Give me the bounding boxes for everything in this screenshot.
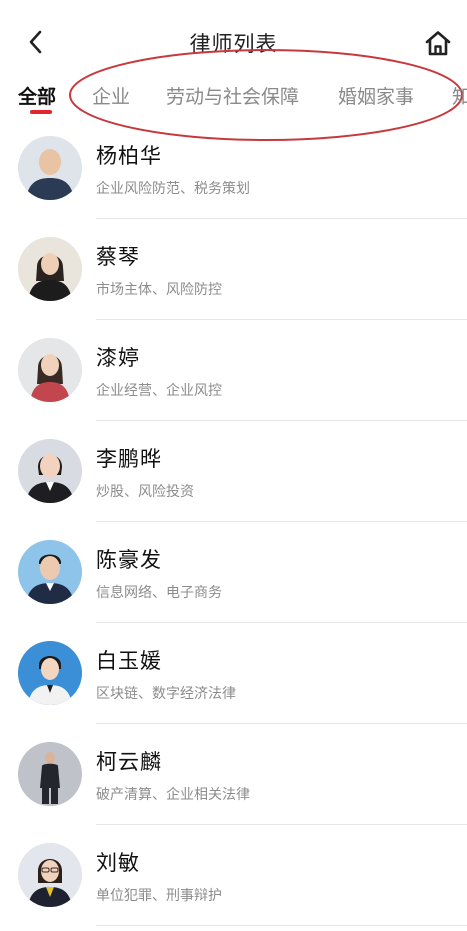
tab-enterprise[interactable]: 企业 — [92, 82, 130, 109]
lawyer-name: 陈豪发 — [96, 548, 162, 572]
divider — [96, 925, 467, 926]
lawyer-name: 李鹏晔 — [96, 447, 162, 471]
avatar — [18, 540, 82, 604]
lawyer-name: 白玉媛 — [96, 649, 162, 673]
home-button[interactable] — [422, 28, 454, 58]
avatar — [18, 742, 82, 806]
lawyer-name: 杨柏华 — [96, 144, 162, 168]
list-item[interactable]: 刘敏 单位犯罪、刑事辩护 — [0, 825, 467, 926]
tab-all[interactable]: 全部 — [18, 82, 56, 109]
lawyer-specialties: 区块链、数字经济法律 — [96, 686, 236, 702]
list-item[interactable]: 李鹏晔 炒股、风险投资 — [0, 421, 467, 522]
list-item[interactable]: 杨柏华 企业风险防范、税务策划 — [0, 118, 467, 219]
avatar — [18, 641, 82, 705]
avatar — [18, 338, 82, 402]
avatar — [18, 843, 82, 907]
lawyer-name: 刘敏 — [96, 851, 140, 875]
lawyer-specialties: 市场主体、风险防控 — [96, 282, 222, 298]
category-tabs: 全部 企业 劳动与社会保障 婚姻家事 知 — [0, 80, 467, 120]
list-item[interactable]: 蔡琴 市场主体、风险防控 — [0, 219, 467, 320]
home-icon — [425, 31, 451, 56]
lawyer-specialties: 企业经营、企业风控 — [96, 383, 222, 399]
header-bar: 律师列表 — [0, 0, 467, 80]
lawyer-specialties: 信息网络、电子商务 — [96, 585, 222, 601]
avatar — [18, 237, 82, 301]
list-item[interactable]: 漆婷 企业经营、企业风控 — [0, 320, 467, 421]
tab-labor-social-security[interactable]: 劳动与社会保障 — [166, 82, 299, 109]
lawyer-name: 蔡琴 — [96, 245, 140, 269]
lawyer-name: 柯云麟 — [96, 750, 162, 774]
lawyer-name: 漆婷 — [96, 346, 140, 370]
active-tab-indicator — [30, 110, 52, 114]
lawyer-specialties: 企业风险防范、税务策划 — [96, 181, 250, 197]
list-item[interactable]: 陈豪发 信息网络、电子商务 — [0, 522, 467, 623]
lawyer-specialties: 炒股、风险投资 — [96, 484, 194, 500]
tab-marriage-family[interactable]: 婚姻家事 — [338, 82, 414, 109]
tab-more[interactable]: 知 — [452, 82, 467, 109]
lawyer-specialties: 破产清算、企业相关法律 — [96, 787, 250, 803]
page-title: 律师列表 — [189, 32, 278, 56]
avatar — [18, 439, 82, 503]
list-item[interactable]: 柯云麟 破产清算、企业相关法律 — [0, 724, 467, 825]
lawyer-specialties: 单位犯罪、刑事辩护 — [96, 888, 222, 904]
list-item[interactable]: 白玉媛 区块链、数字经济法律 — [0, 623, 467, 724]
avatar — [18, 136, 82, 200]
